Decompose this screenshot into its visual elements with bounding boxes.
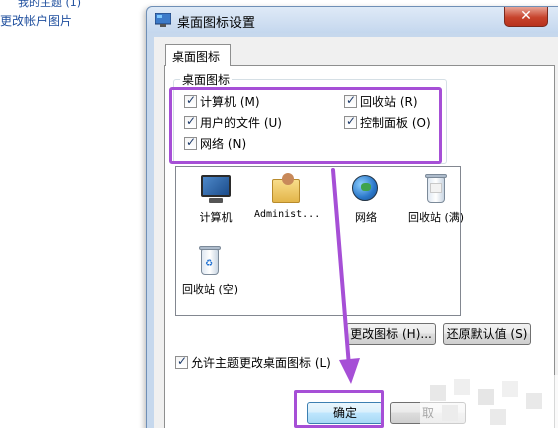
user-folder-icon	[270, 173, 302, 205]
ok-highlight-box	[294, 390, 384, 428]
change-icon-button[interactable]: 更改图标 (H)...	[346, 323, 436, 345]
recycle-bin-full-icon	[420, 173, 452, 205]
dialog-title: 桌面图标设置	[177, 16, 256, 31]
icon-label: 计算机	[199, 211, 233, 224]
control-panel-background: 我的主题 (1) 更改帐户图片	[0, 0, 150, 428]
list-item-recycle-bin-full[interactable]: 回收站 (满)	[406, 173, 466, 225]
allow-themes-checkbox[interactable]: 允许主题更改桌面图标 (L)	[175, 354, 331, 371]
list-item-recycle-bin-empty[interactable]: ♻ 回收站 (空)	[180, 245, 240, 297]
list-item-administrator[interactable]: Administ...	[254, 173, 321, 220]
watermark-blocks	[420, 375, 558, 428]
checkbox-checked-icon	[175, 354, 188, 369]
desktop-icon-list[interactable]: 计算机 Administ... 网络 回收站 (满) ♻ 回收站 (空)	[175, 166, 464, 316]
recycle-bin-empty-icon: ♻	[194, 245, 226, 277]
network-icon	[350, 173, 382, 205]
theme-link-cut[interactable]: 我的主题 (1)	[18, 0, 81, 10]
close-button[interactable]: ✕	[504, 7, 548, 27]
checkbox-highlight-box	[169, 87, 442, 164]
list-item-network[interactable]: 网络	[346, 173, 386, 225]
icon-label: 回收站 (满)	[407, 211, 465, 224]
group-label: 桌面图标	[180, 71, 233, 88]
icon-label: 网络	[355, 211, 377, 224]
title-bar[interactable]: 桌面图标设置 ✕	[147, 7, 558, 33]
list-item-computer[interactable]: 计算机	[196, 173, 236, 225]
desktop-settings-icon	[155, 13, 171, 27]
icon-label: 回收站 (空)	[181, 283, 239, 296]
checkbox-label: 允许主题更改桌面图标 (L)	[191, 356, 331, 370]
tab-desktop-icons[interactable]: 桌面图标	[165, 44, 231, 66]
change-account-picture-link[interactable]: 更改帐户图片	[0, 12, 72, 29]
computer-icon	[200, 173, 232, 205]
restore-default-button[interactable]: 还原默认值 (S)	[443, 323, 531, 345]
icon-label: Administ...	[254, 209, 321, 220]
